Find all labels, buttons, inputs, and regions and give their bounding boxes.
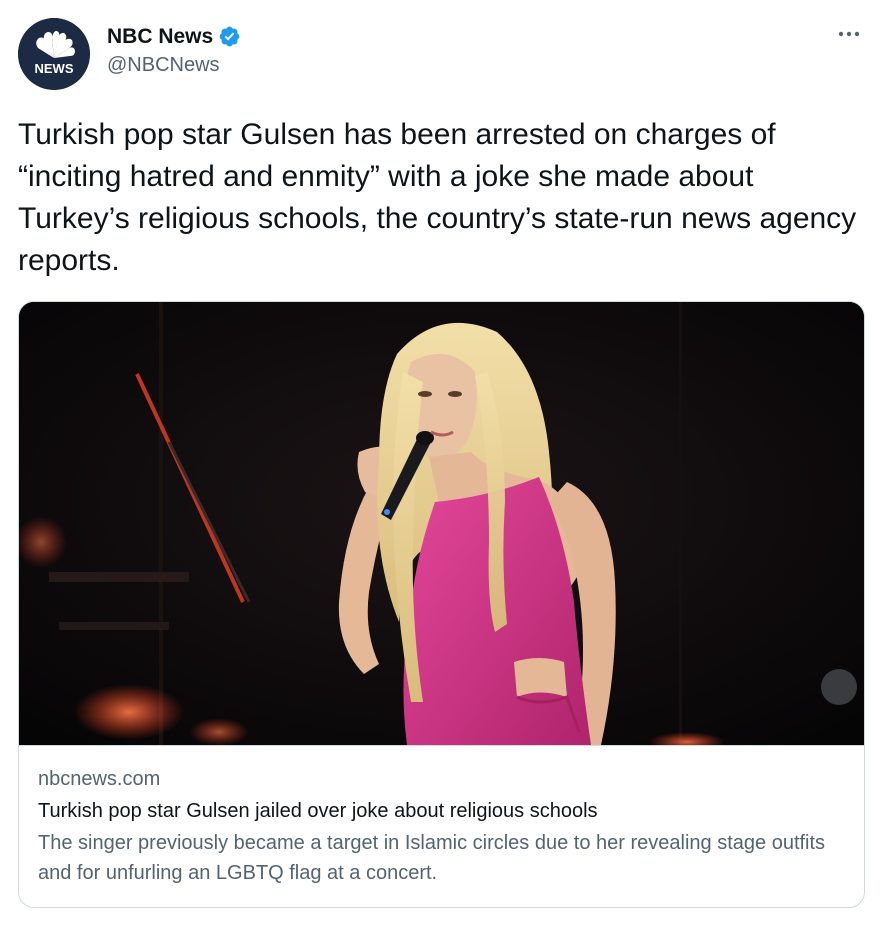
account-identity: NBC News @NBCNews	[107, 22, 241, 77]
more-options-icon[interactable]	[836, 24, 862, 44]
card-meta: nbcnews.com Turkish pop star Gulsen jail…	[38, 764, 845, 888]
account-name[interactable]: NBC News	[107, 25, 213, 49]
nbc-peacock-logo: NEWS	[18, 18, 90, 90]
tweet-header: NEWS NBC News @NBCNews	[18, 18, 241, 90]
singer-photo	[19, 302, 864, 745]
card-title[interactable]: Turkish pop star Gulsen jailed over joke…	[38, 796, 845, 826]
card-domain: nbcnews.com	[38, 768, 161, 790]
tweet-text: Turkish pop star Gulsen has been arreste…	[18, 118, 857, 277]
verified-badge-icon	[218, 25, 241, 48]
tweet: NEWS NBC News @NBCNews Turkish pop star	[0, 0, 882, 928]
account-handle[interactable]: @NBCNews	[107, 54, 241, 77]
name-row: NBC News	[107, 22, 241, 52]
svg-text:NEWS: NEWS	[35, 61, 74, 76]
avatar[interactable]: NEWS	[18, 18, 90, 90]
link-card[interactable]: nbcnews.com Turkish pop star Gulsen jail…	[18, 301, 865, 908]
card-description: The singer previously became a target in…	[38, 832, 826, 884]
card-image	[19, 302, 864, 746]
